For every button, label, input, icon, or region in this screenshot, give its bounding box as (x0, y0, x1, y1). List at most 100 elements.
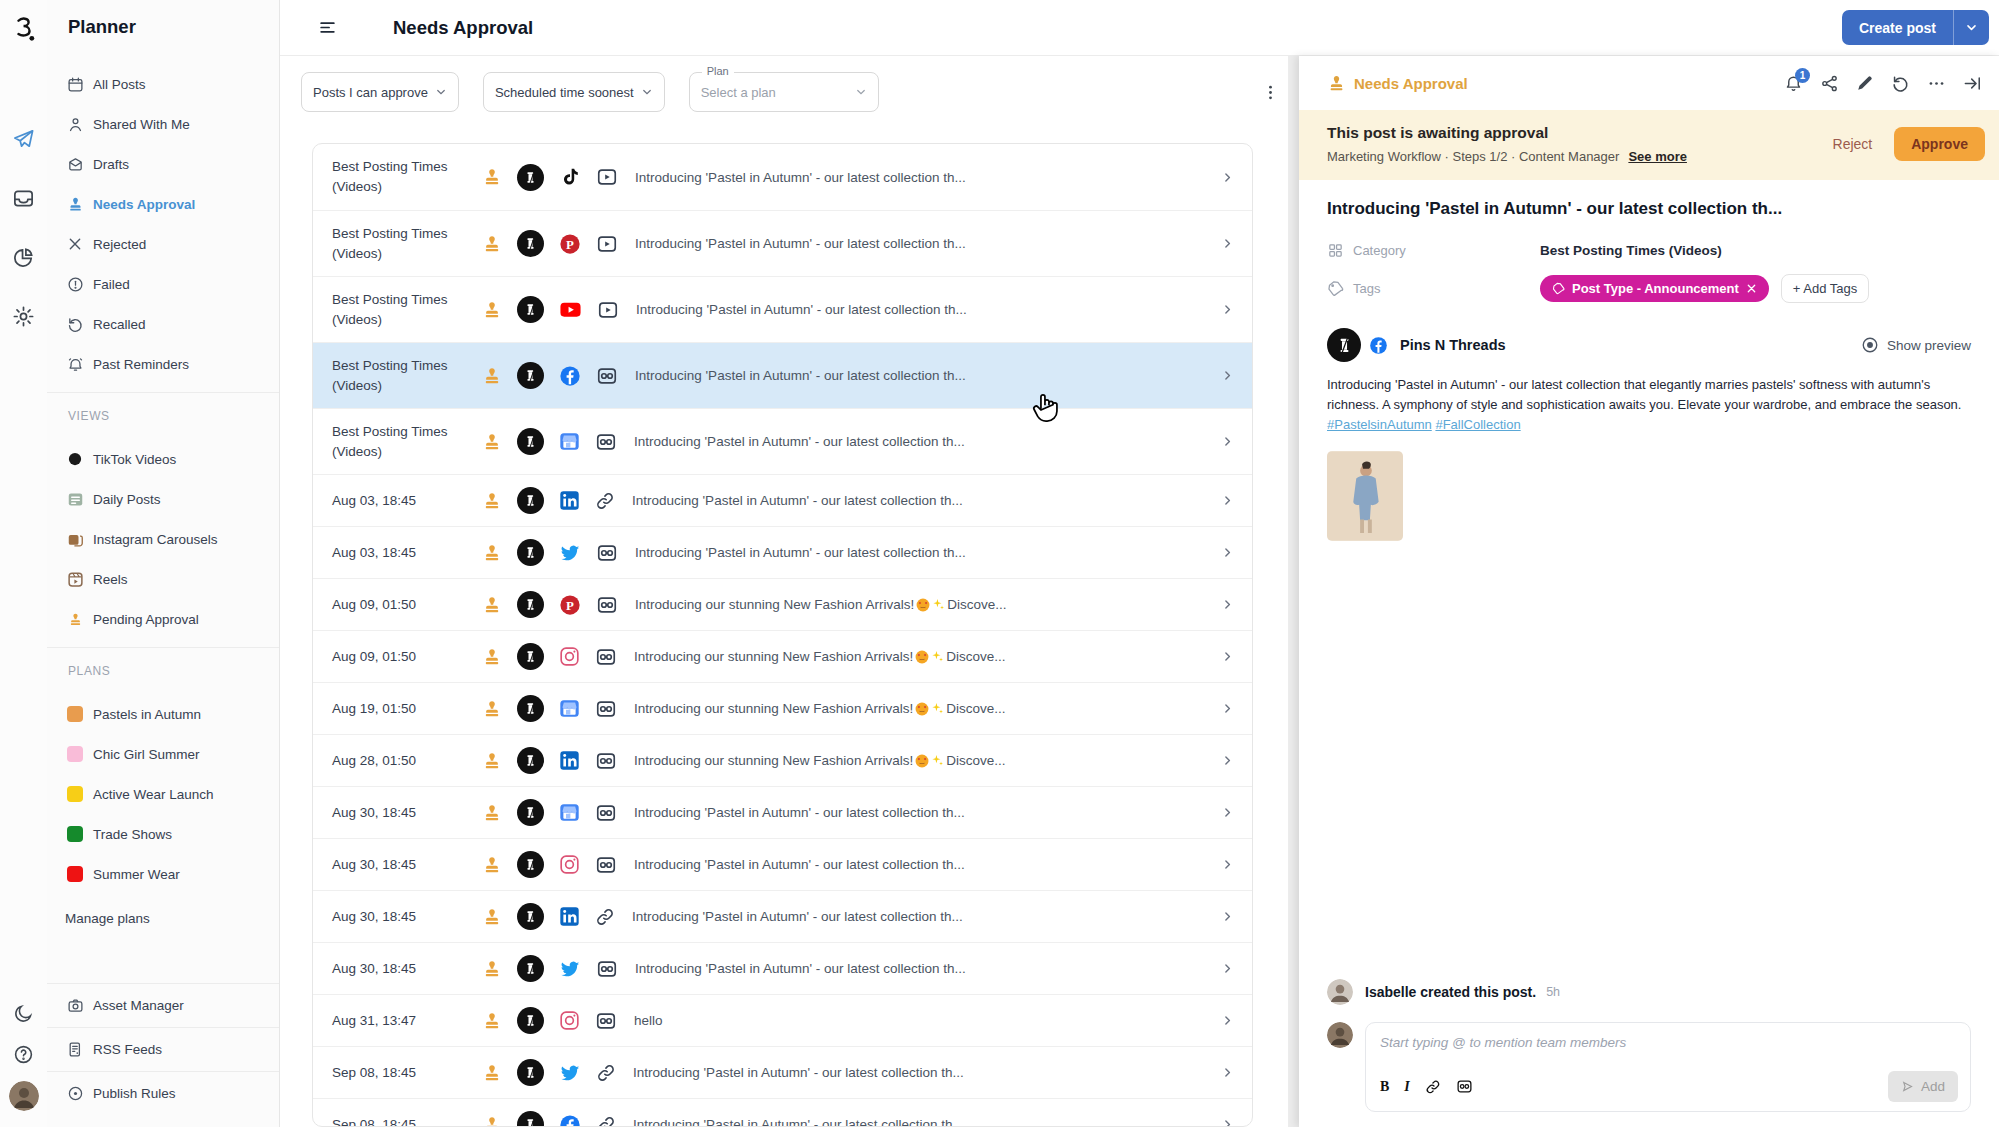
show-preview-button[interactable]: Show preview (1861, 336, 1971, 354)
sidebar-item-failed[interactable]: Failed (47, 264, 279, 304)
chevron-right-icon[interactable] (1211, 754, 1234, 767)
chevron-right-icon[interactable] (1211, 598, 1234, 611)
post-list-item[interactable]: Aug 03, 18:45Introducing 'Pastel in Autu… (313, 526, 1252, 578)
chevron-right-icon[interactable] (1211, 962, 1234, 975)
chevron-right-icon[interactable] (1211, 369, 1234, 382)
sidebar-item-publish-rules[interactable]: Publish Rules (47, 1071, 279, 1115)
chevron-right-icon[interactable] (1211, 1118, 1234, 1127)
post-list-item[interactable]: Aug 30, 18:45Introducing 'Pastel in Autu… (313, 838, 1252, 890)
planner-nav-icon[interactable] (12, 128, 35, 151)
app-logo-icon[interactable] (12, 16, 36, 44)
chevron-right-icon[interactable] (1211, 702, 1234, 715)
post-list-item[interactable]: Aug 09, 01:50Introducing our stunning Ne… (313, 630, 1252, 682)
post-list-item[interactable]: Aug 31, 13:47hello (313, 994, 1252, 1046)
post-schedule-label: Aug 03, 18:45 (332, 491, 450, 511)
post-list-item[interactable]: Aug 30, 18:45Introducing 'Pastel in Autu… (313, 942, 1252, 994)
italic-button[interactable]: I (1404, 1079, 1409, 1095)
chevron-right-icon[interactable] (1211, 171, 1234, 184)
post-list-item[interactable]: Best Posting Times (Videos)PIntroducing … (313, 210, 1252, 276)
chevron-right-icon[interactable] (1211, 494, 1234, 507)
hashtag-link[interactable]: #FallCollection (1435, 417, 1520, 432)
post-list-item[interactable]: Best Posting Times (Videos)Introducing '… (313, 144, 1252, 210)
tag-pill[interactable]: Post Type - Announcement (1540, 275, 1769, 302)
post-list-item[interactable]: Sep 08, 18:45Introducing 'Pastel in Autu… (313, 1098, 1252, 1127)
chevron-right-icon[interactable] (1211, 858, 1234, 871)
post-list-item[interactable]: Best Posting Times (Videos)Introducing '… (313, 342, 1252, 408)
chevron-right-icon[interactable] (1211, 546, 1234, 559)
add-comment-button[interactable]: Add (1888, 1071, 1958, 1102)
dark-mode-icon[interactable] (13, 1003, 34, 1024)
chevron-right-icon[interactable] (1211, 650, 1234, 663)
sidebar-item-drafts[interactable]: Drafts (47, 144, 279, 184)
sidebar-item-reels[interactable]: Reels (47, 559, 279, 599)
chevron-right-icon[interactable] (1211, 1014, 1234, 1027)
approve-filter-dropdown[interactable]: Posts I can approve (301, 72, 459, 112)
help-icon[interactable] (13, 1044, 34, 1065)
user-avatar[interactable] (9, 1081, 39, 1111)
post-list-item[interactable]: Best Posting Times (Videos)Introducing '… (313, 408, 1252, 474)
sidebar-item-pastels-in-autumn[interactable]: Pastels in Autumn (47, 694, 279, 734)
manage-plans-link[interactable]: Manage plans (47, 898, 279, 938)
more-options-icon[interactable] (1927, 74, 1946, 93)
recall-undo-icon[interactable] (1891, 74, 1910, 93)
remove-tag-icon[interactable] (1746, 283, 1757, 294)
approve-button[interactable]: Approve (1894, 127, 1985, 161)
sidebar-item-trade-shows[interactable]: Trade Shows (47, 814, 279, 854)
sidebar-item-summer-wear[interactable]: Summer Wear (47, 854, 279, 894)
sort-filter-dropdown[interactable]: Scheduled time soonest (483, 72, 665, 112)
post-list-item[interactable]: Aug 19, 01:50Introducing our stunning Ne… (313, 682, 1252, 734)
chevron-right-icon[interactable] (1211, 806, 1234, 819)
hashtag-link[interactable]: #PastelsinAutumn (1327, 417, 1432, 432)
menu-icon[interactable] (318, 18, 337, 37)
post-list-item[interactable]: Aug 09, 01:50PIntroducing our stunning N… (313, 578, 1252, 630)
analytics-nav-icon[interactable] (12, 246, 35, 269)
plan-select-dropdown[interactable]: Plan Select a plan (689, 72, 879, 112)
reject-button[interactable]: Reject (1833, 136, 1873, 152)
list-options-kebab-icon[interactable] (1257, 79, 1284, 106)
sidebar-item-recalled[interactable]: Recalled (47, 304, 279, 344)
sidebar-item-instagram-carousels[interactable]: Instagram Carousels (47, 519, 279, 559)
sidebar-item-needs-approval[interactable]: Needs Approval (47, 184, 279, 224)
post-preview-text: Introducing 'Pastel in Autumn' - our lat… (636, 302, 967, 317)
sidebar-item-tiktok-videos[interactable]: TikTok Videos (47, 439, 279, 479)
see-more-link[interactable]: See more (1628, 149, 1687, 164)
post-list-item[interactable]: Sep 08, 18:45Introducing 'Pastel in Autu… (313, 1046, 1252, 1098)
collapse-drawer-icon[interactable] (1963, 74, 1982, 93)
sidebar-item-rss-feeds[interactable]: RSS Feeds (47, 1027, 279, 1071)
sidebar-item-shared-with-me[interactable]: Shared With Me (47, 104, 279, 144)
sidebar-item-pending-approval[interactable]: Pending Approval (47, 599, 279, 639)
post-image-thumbnail[interactable] (1327, 451, 1403, 541)
post-schedule-label: Best Posting Times (Videos) (332, 290, 450, 329)
sidebar-item-past-reminders[interactable]: Past Reminders (47, 344, 279, 384)
sidebar-item-all-posts[interactable]: All Posts (47, 64, 279, 104)
post-list-item[interactable]: Aug 03, 18:45Introducing 'Pastel in Autu… (313, 474, 1252, 526)
post-list-item[interactable]: Aug 28, 01:50Introducing our stunning Ne… (313, 734, 1252, 786)
edit-pencil-icon[interactable] (1856, 74, 1874, 92)
inbox-nav-icon[interactable] (12, 187, 35, 210)
plans-header: PLANS (47, 648, 279, 694)
attach-image-icon[interactable] (1456, 1078, 1473, 1095)
settings-nav-icon[interactable] (12, 305, 35, 328)
share-icon[interactable] (1820, 74, 1839, 93)
post-list-item[interactable]: Best Posting Times (Videos) Introducing '… (313, 276, 1252, 342)
sidebar-item-chic-girl-summer[interactable]: Chic Girl Summer (47, 734, 279, 774)
photo-icon (595, 750, 617, 772)
post-list-item[interactable]: Aug 30, 18:45Introducing 'Pastel in Autu… (313, 786, 1252, 838)
post-list-item[interactable]: Aug 30, 18:45Introducing 'Pastel in Autu… (313, 890, 1252, 942)
chevron-right-icon[interactable] (1211, 435, 1234, 448)
sidebar-item-active-wear-launch[interactable]: Active Wear Launch (47, 774, 279, 814)
comment-input[interactable]: Start typing @ to mention team members B… (1365, 1022, 1971, 1112)
chevron-right-icon[interactable] (1211, 910, 1234, 923)
sidebar-item-rejected[interactable]: Rejected (47, 224, 279, 264)
add-tags-button[interactable]: + Add Tags (1781, 274, 1869, 303)
bold-button[interactable]: B (1380, 1079, 1389, 1095)
chevron-right-icon[interactable] (1211, 237, 1234, 250)
chevron-right-icon[interactable] (1211, 303, 1234, 316)
sidebar-item-asset-manager[interactable]: Asset Manager (47, 983, 279, 1027)
attach-link-icon[interactable] (1425, 1079, 1441, 1095)
create-post-button[interactable]: Create post (1842, 10, 1989, 45)
create-post-dropdown[interactable] (1953, 10, 1989, 45)
chevron-right-icon[interactable] (1211, 1066, 1234, 1079)
notifications-bell-icon[interactable]: 1 (1784, 74, 1803, 93)
sidebar-item-daily-posts[interactable]: Daily Posts (47, 479, 279, 519)
